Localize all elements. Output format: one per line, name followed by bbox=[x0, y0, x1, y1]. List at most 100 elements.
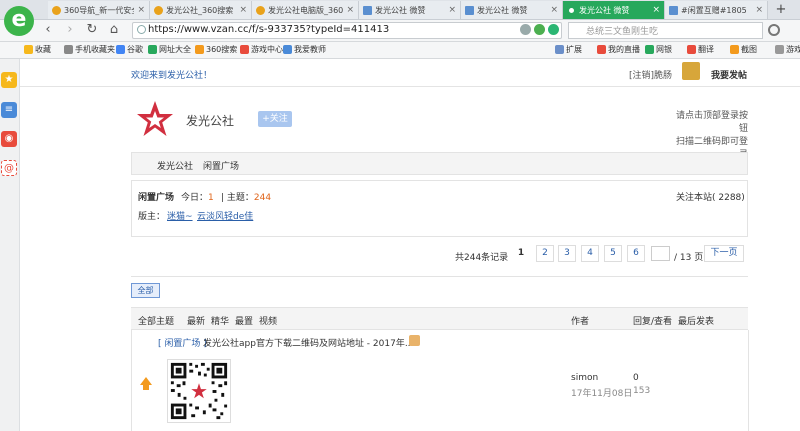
tab-label: 发光公社 微赞 bbox=[579, 5, 630, 15]
browser-tab[interactable]: #闲置互赠#1805 × bbox=[665, 1, 768, 19]
toolbar-icon bbox=[555, 45, 564, 54]
row-border bbox=[131, 330, 132, 431]
browser-tab[interactable]: 360导航_新一代安全 × bbox=[48, 1, 150, 19]
bookmark-item[interactable]: 手机收藏夹 bbox=[64, 44, 115, 55]
toolbar-label: 网银 bbox=[656, 45, 672, 54]
tab-favicon-icon bbox=[52, 5, 61, 15]
page-number-link[interactable]: 3 bbox=[558, 245, 576, 262]
browser-tab[interactable]: 发光公社 微赞 × bbox=[461, 1, 563, 19]
lightning-icon[interactable] bbox=[548, 24, 559, 35]
reload-button[interactable]: ↻ bbox=[84, 22, 100, 38]
breadcrumb-forum[interactable]: 闲置广场 bbox=[203, 159, 239, 172]
thumbs-up-icon bbox=[409, 335, 420, 346]
filter-tab[interactable]: 全部主题 bbox=[138, 314, 174, 327]
toolbar-button[interactable]: 游戏 bbox=[775, 44, 800, 55]
post-button[interactable]: 我要发帖 bbox=[711, 68, 747, 81]
moderator-link[interactable]: 迷猫~ bbox=[167, 209, 193, 222]
security-icon[interactable] bbox=[137, 25, 146, 34]
star-icon[interactable]: ★ bbox=[1, 72, 17, 88]
weibo-icon[interactable]: ◉ bbox=[1, 131, 17, 147]
bookmark-icon bbox=[64, 45, 73, 54]
follow-site-link[interactable]: 关注本站( 2288) bbox=[676, 190, 745, 203]
tab-label: 发光公社_360搜索 bbox=[166, 5, 234, 15]
bookmark-item[interactable]: 360搜索 bbox=[195, 44, 237, 55]
filter-tab[interactable]: 视频 bbox=[259, 314, 277, 327]
bookmark-label: 手机收藏夹 bbox=[75, 45, 115, 54]
moderator-link[interactable]: 云淡风轻de佳 bbox=[197, 209, 253, 222]
today-stat: 今日：1 bbox=[181, 190, 214, 203]
bookmark-label: 收藏 bbox=[35, 45, 51, 54]
browser-tab[interactable]: 发光公社 微赞 × bbox=[359, 1, 461, 19]
toolbar-button[interactable]: 我的直播 bbox=[597, 44, 640, 55]
bookmark-item[interactable]: 游戏中心 bbox=[240, 44, 283, 55]
url-text[interactable]: https://www.vzan.cc/f/s-933735?typeId=41… bbox=[148, 24, 389, 35]
bookmark-label: 谷歌 bbox=[127, 45, 143, 54]
page-number-link[interactable]: 5 bbox=[604, 245, 622, 262]
toolbar-button[interactable]: 截图 bbox=[730, 44, 757, 55]
bookmark-icon bbox=[240, 45, 249, 54]
filter-tab[interactable]: 最新 bbox=[187, 314, 205, 327]
page-number-input[interactable] bbox=[651, 246, 670, 261]
column-replies: 回复/查看 bbox=[633, 317, 673, 327]
bookmark-label: 我爱教师 bbox=[294, 45, 326, 54]
back-button[interactable]: ‹ bbox=[40, 22, 56, 38]
toolbar-label: 截图 bbox=[741, 45, 757, 54]
page-total: / 13 页 bbox=[674, 253, 704, 263]
topic-date: 17年11月08日 bbox=[571, 389, 633, 399]
bookmark-item[interactable]: 我爱教师 bbox=[283, 44, 326, 55]
browser-tab[interactable]: 发光公社 微赞 × bbox=[563, 1, 665, 19]
tab-close-icon[interactable]: × bbox=[550, 5, 558, 15]
tab-close-icon[interactable]: × bbox=[346, 5, 354, 15]
breadcrumb-home[interactable]: 发光公社 bbox=[157, 159, 193, 172]
logout-link[interactable]: [注销]脆肠 bbox=[629, 68, 672, 81]
tab-label: 发光公社电脑版_360 bbox=[268, 5, 344, 15]
next-page-button[interactable]: 下一页 bbox=[704, 245, 744, 262]
home-button[interactable]: ⌂ bbox=[106, 22, 122, 38]
topics-count: 244 bbox=[253, 193, 272, 203]
forward-button[interactable]: › bbox=[62, 22, 78, 38]
filter-tab[interactable]: 最置 bbox=[235, 314, 253, 327]
tab-close-icon[interactable]: × bbox=[755, 5, 763, 15]
toolbar-icon bbox=[597, 45, 606, 54]
follow-button[interactable]: +关注 bbox=[258, 111, 292, 127]
filter-tab[interactable]: 精华 bbox=[211, 314, 229, 327]
topics-stat: | 主题：244 bbox=[221, 193, 272, 203]
bookmark-item[interactable]: 网址大全 bbox=[148, 44, 191, 55]
all-tab-button[interactable]: 全部 bbox=[131, 283, 160, 298]
bookmark-item[interactable]: 谷歌 bbox=[116, 44, 143, 55]
avatar[interactable] bbox=[682, 62, 700, 80]
search-placeholder: 总统三文鱼刚生吃 bbox=[586, 27, 659, 37]
toolbar-button[interactable]: 翻译 bbox=[687, 44, 714, 55]
list-icon[interactable]: ≡ bbox=[1, 102, 17, 118]
forum-name: 闲置广场 bbox=[138, 193, 175, 203]
bookmark-label: 网址大全 bbox=[159, 45, 191, 54]
extension-icon[interactable] bbox=[534, 24, 545, 35]
moderators-label: 版主： bbox=[138, 212, 166, 222]
tab-favicon-icon bbox=[256, 5, 265, 15]
topic-forum-tag[interactable]: [ 闲置广场 ] bbox=[158, 336, 207, 349]
tab-favicon-icon bbox=[567, 5, 576, 15]
tab-close-icon[interactable]: × bbox=[239, 5, 247, 15]
page-number-link[interactable]: 2 bbox=[536, 245, 554, 262]
page-number-link[interactable]: 4 bbox=[581, 245, 599, 262]
page-number-link[interactable]: 1 bbox=[512, 245, 530, 262]
today-count: 1 bbox=[208, 193, 214, 203]
toolbar-button[interactable]: 扩展 bbox=[555, 44, 582, 55]
tab-close-icon[interactable]: × bbox=[137, 5, 145, 15]
browser-tab[interactable]: 发光公社_360搜索 × bbox=[150, 1, 252, 19]
search-icon[interactable] bbox=[768, 24, 780, 36]
browser-tab[interactable]: 发光公社电脑版_360 × bbox=[252, 1, 359, 19]
row-border bbox=[748, 330, 749, 431]
toolbar-icon bbox=[645, 45, 654, 54]
tab-close-icon[interactable]: × bbox=[448, 5, 456, 15]
new-tab-button[interactable]: + bbox=[772, 1, 790, 19]
toolbar-button[interactable]: 网银 bbox=[645, 44, 672, 55]
mail-icon[interactable]: @ bbox=[1, 160, 17, 176]
shield-icon[interactable] bbox=[520, 24, 531, 35]
topic-title-link[interactable]: 发光公社app官方下载二维码及网站地址 - 2017年... bbox=[203, 336, 413, 349]
tab-close-icon[interactable]: × bbox=[652, 5, 660, 15]
qr-code-image[interactable] bbox=[167, 359, 231, 423]
bookmark-item[interactable]: 收藏 bbox=[24, 44, 51, 55]
topic-author[interactable]: simon bbox=[571, 373, 598, 383]
page-number-link[interactable]: 6 bbox=[627, 245, 645, 262]
